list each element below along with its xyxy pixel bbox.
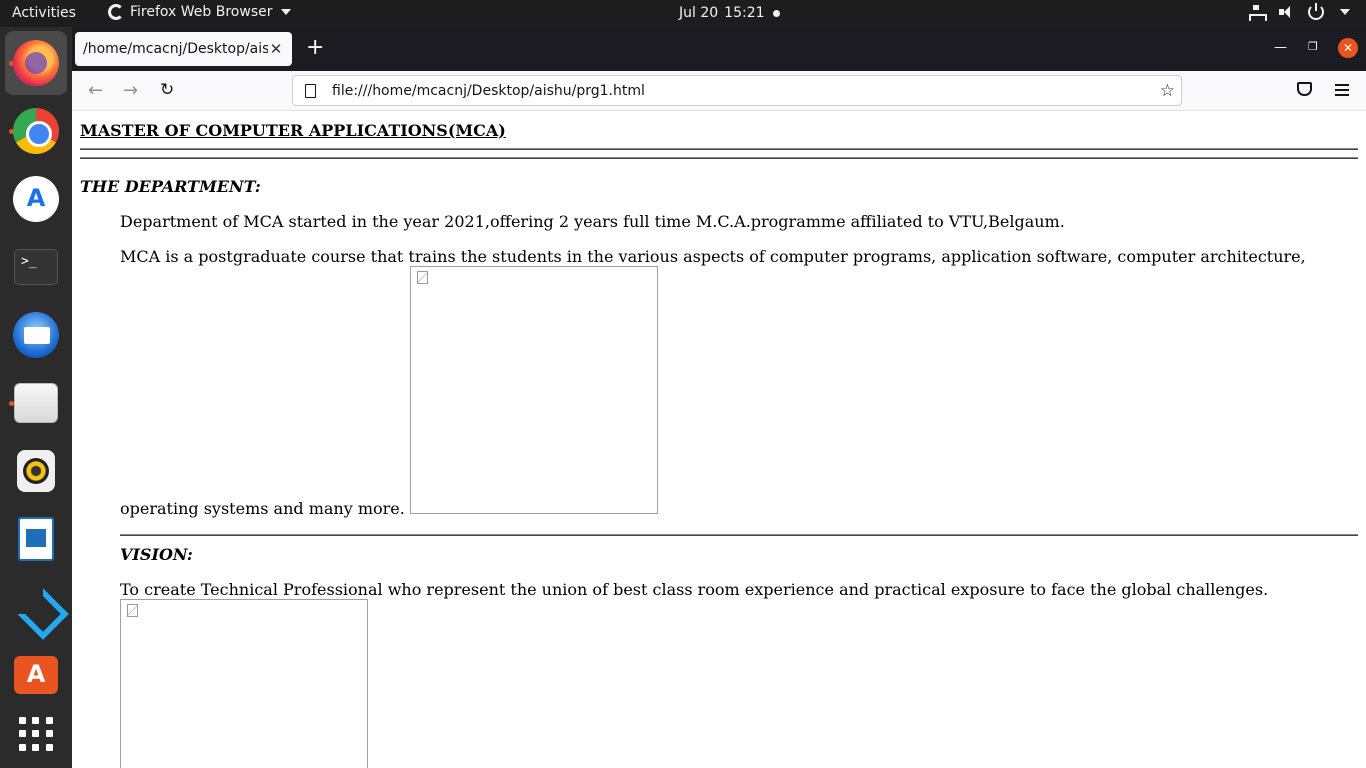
grid-icon [19, 717, 53, 751]
running-indicator [9, 401, 14, 406]
dock-item-software[interactable] [5, 643, 67, 707]
divider [120, 534, 1358, 536]
files-icon [14, 383, 58, 423]
minimize-button[interactable]: — [1274, 40, 1287, 55]
chrome-icon [13, 108, 59, 154]
page-icon [305, 83, 316, 98]
broken-image [120, 599, 368, 768]
dock: >_ [0, 27, 72, 768]
dock-item-thunderbird[interactable] [5, 303, 67, 367]
dock-item-files[interactable] [5, 371, 67, 435]
dock-item-terminal[interactable]: >_ [5, 235, 67, 299]
department-heading: THE DEPARTMENT: [80, 177, 261, 196]
navigation-toolbar: ← → ↻ file:///home/mcacnj/Desktop/aishu/… [72, 71, 1366, 111]
terminal-icon: >_ [14, 249, 58, 285]
clock-time: 15:21 [724, 5, 765, 21]
mail-icon [13, 312, 59, 358]
volume-icon[interactable] [1278, 4, 1294, 20]
url-bar[interactable]: file:///home/mcacnj/Desktop/aishu/prg1.h… [292, 75, 1182, 106]
android-studio-icon [13, 176, 59, 222]
close-window-button[interactable]: ✕ [1338, 38, 1358, 58]
dock-item-firefox[interactable] [5, 31, 67, 95]
tab-prg1[interactable]: /home/mcacnj/Desktop/aishu/prg1.html ✕ [75, 32, 292, 66]
dock-item-android-studio[interactable] [5, 167, 67, 231]
maximize-button[interactable]: ❐ [1308, 40, 1318, 53]
firefox-icon [13, 40, 59, 86]
hamburger-menu-icon[interactable] [1335, 84, 1349, 96]
firefox-window: /home/mcacnj/Desktop/aishu/prg1.html ✕ +… [72, 27, 1366, 768]
clock-date: Jul 20 [679, 5, 719, 21]
department-paragraph-1: Department of MCA started in the year 20… [120, 212, 1065, 231]
vision-paragraph: To create Technical Professional who rep… [120, 580, 1269, 599]
music-icon [17, 450, 55, 492]
app-store-icon [14, 656, 58, 694]
dock-item-rhythmbox[interactable] [5, 439, 67, 503]
notification-dot-icon [773, 10, 780, 17]
tab-strip: /home/mcacnj/Desktop/aishu/prg1.html ✕ +… [72, 27, 1366, 71]
tab-title: /home/mcacnj/Desktop/aishu/prg1.html [83, 41, 268, 57]
clock[interactable]: Jul 20 15:21 [679, 5, 765, 21]
document-icon [18, 517, 54, 561]
vision-heading: VISION: [120, 545, 193, 564]
activities-button[interactable]: Activities [12, 5, 76, 21]
dock-item-chrome[interactable] [5, 99, 67, 163]
app-menu-label: Firefox Web Browser [130, 4, 273, 20]
department-paragraph-2-line-2: operating systems and many more. [120, 499, 405, 518]
forward-button[interactable]: → [123, 80, 138, 101]
dock-item-show-apps[interactable] [5, 702, 67, 766]
divider [80, 148, 1358, 150]
page-title: MASTER OF COMPUTER APPLICATIONS(MCA) [80, 121, 506, 140]
dock-item-writer[interactable] [5, 507, 67, 571]
divider [80, 157, 1358, 159]
close-icon[interactable]: ✕ [268, 40, 284, 58]
system-top-bar: Activities Firefox Web Browser Jul 20 15… [0, 0, 1366, 27]
network-icon[interactable] [1248, 4, 1267, 21]
system-tray[interactable] [1248, 3, 1350, 21]
app-menu[interactable]: Firefox Web Browser [108, 4, 291, 20]
new-tab-button[interactable]: + [306, 36, 324, 60]
broken-image-icon [127, 604, 138, 617]
broken-image [410, 266, 658, 514]
back-button[interactable]: ← [88, 80, 103, 101]
reload-button[interactable]: ↻ [160, 80, 174, 100]
pocket-icon[interactable] [1297, 82, 1312, 96]
bookmark-star-icon[interactable]: ☆ [1160, 81, 1175, 101]
broken-image-icon [417, 271, 428, 284]
firefox-app-icon [108, 4, 124, 20]
power-icon[interactable] [1308, 3, 1324, 20]
chevron-down-icon[interactable] [1340, 9, 1350, 15]
department-paragraph-2-line-1: MCA is a postgraduate course that trains… [120, 247, 1306, 266]
chevron-down-icon [280, 9, 291, 15]
url-text[interactable]: file:///home/mcacnj/Desktop/aishu/prg1.h… [332, 83, 1160, 99]
vscode-icon [13, 584, 59, 630]
dock-item-vscode[interactable] [5, 575, 67, 639]
page-content: MASTER OF COMPUTER APPLICATIONS(MCA) THE… [72, 111, 1366, 768]
